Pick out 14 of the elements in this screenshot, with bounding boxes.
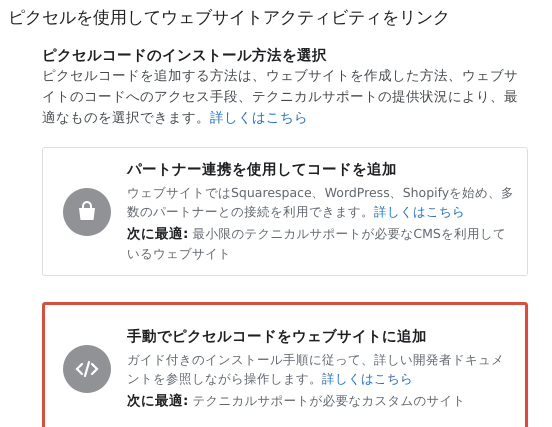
- option-description: ウェブサイトではSquarespace、WordPress、Shopifyを始め、多数のパートナーとの接続を利用できます。詳しくはこちら: [127, 184, 516, 221]
- option-title: 手動でピクセルコードをウェブサイトに追加: [127, 328, 428, 347]
- learn-more-link[interactable]: 詳しくはこちら: [374, 204, 465, 219]
- best-for-text: 次に最適: 最小限のテクニカルサポートが必要なCMSを利用しているウェブサイト: [127, 225, 507, 263]
- learn-more-link[interactable]: 詳しくはこちら: [322, 371, 413, 386]
- learn-more-link[interactable]: 詳しくはこちら: [210, 110, 308, 126]
- best-for-text: 次に最適: テクニカルサポートが必要なカスタムのサイト: [127, 392, 466, 411]
- option-title: パートナー連携を使用してコードを追加: [127, 160, 398, 180]
- section-description: ピクセルコードを追加する方法は、ウェブサイトを作成した方法、ウェブサイトのコードへのアクセス手段、テクニカルサポートの提供状況により、最適なものを選択できます。詳しくはこちら: [42, 67, 519, 128]
- page-title: ピクセルを使用してウェブサイトアクティビティをリンク: [8, 7, 451, 30]
- option-card[interactable]: 手動でピクセルコードをウェブサイトに追加 ガイド付きのインストール手順に従って、詳しい開発者ドキュメントを参照しながら操作します。詳しくはこちら 次に最適: テクニカルサポートが必要なカスタムのサイト: [42, 302, 528, 427]
- section-heading: ピクセルコードのインストール方法を選択: [42, 46, 328, 66]
- option-description: ガイド付きのインストール手順に従って、詳しい開発者ドキュメントを参照しながら操作します。詳しくはこちら: [127, 351, 505, 388]
- option-card[interactable]: パートナー連携を使用してコードを追加 ウェブサイトではSquarespace、WordPress、Shopifyを始め、多数のパートナーとの接続を利用できます。詳しくはこちら 次に最適: 最小限のテクニカルサポートが必要なCMSを利用しているウェブサイト: [42, 147, 528, 276]
